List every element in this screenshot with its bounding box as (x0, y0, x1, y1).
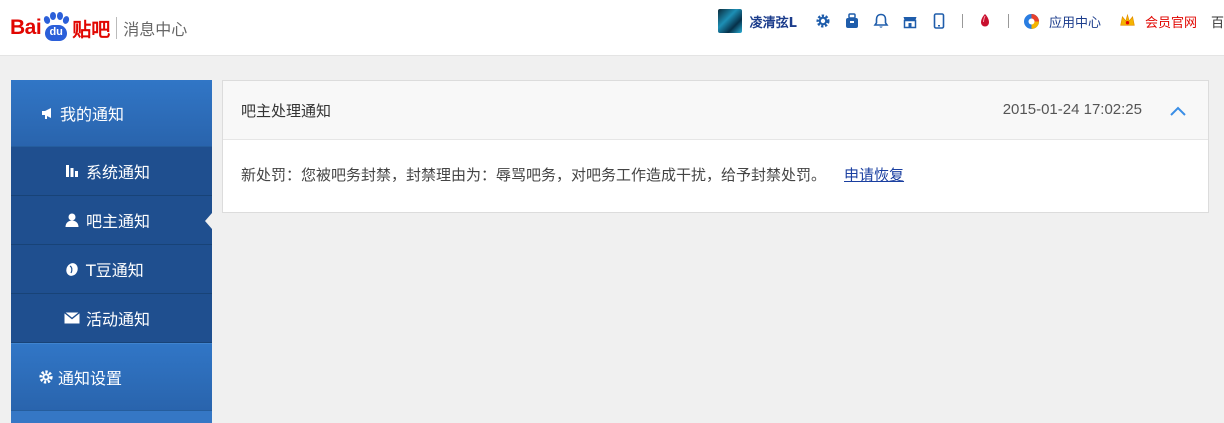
sidebar-item-system[interactable]: 系统通知 (11, 147, 212, 196)
app-center-icon[interactable] (1023, 13, 1040, 30)
gear-icon[interactable] (815, 13, 832, 30)
bean-icon (63, 261, 80, 278)
shop-icon[interactable] (902, 13, 919, 30)
sidebar-item-label: 活动通知 (86, 310, 151, 329)
userbar-divider (961, 14, 963, 28)
megaphone-icon (41, 106, 55, 120)
sidebar-item-label: T豆通知 (86, 261, 144, 280)
sidebar-item-activity[interactable]: 活动通知 (11, 294, 212, 343)
gear-icon (38, 369, 54, 385)
notice-content: 新处罚：您被吧务封禁，封禁理由为：辱骂吧务，对吧务工作造成干扰，给予封禁处罚。 (241, 166, 827, 184)
sidebar-item-label: 吧主通知 (86, 212, 151, 231)
gem-icon[interactable] (977, 13, 994, 30)
chevron-up-icon[interactable] (1168, 101, 1188, 121)
paw-icon: du (42, 12, 71, 44)
userbar-divider (1007, 14, 1009, 28)
appeal-restore-link[interactable]: 申请恢复 (844, 164, 904, 185)
avatar[interactable] (717, 9, 742, 33)
gift-bag-icon[interactable] (844, 13, 861, 30)
logo-divider (116, 17, 118, 39)
sidebar-item-label: 通知设置 (58, 369, 123, 388)
sidebar-item-label: 系统通知 (86, 163, 151, 182)
top-bar: Bai du 贴吧 消息中心 凌清弦L 应用中心 会员官网 百 (0, 0, 1224, 56)
app-center-link[interactable]: 应用中心 (1049, 12, 1101, 31)
vip-link[interactable]: 会员官网 (1145, 12, 1197, 31)
notice-body: 新处罚：您被吧务封禁，封禁理由为：辱骂吧务，对吧务工作造成干扰，给予封禁处罚。 … (223, 140, 1208, 185)
user-icon (63, 212, 80, 229)
bell-icon[interactable] (873, 13, 890, 30)
logo-tieba-text: 贴吧 (72, 18, 111, 41)
sidebar-item-settings[interactable]: 通知设置 (11, 343, 212, 411)
notice-card-header: 吧主处理通知 2015-01-24 17:02:25 (223, 81, 1208, 140)
user-bar: 凌清弦L 应用中心 会员官网 百 (717, 8, 1224, 34)
sidebar-item-bazhu[interactable]: 吧主通知 (11, 196, 212, 245)
sidebar-item-tdou[interactable]: T豆通知 (11, 245, 212, 294)
mobile-icon[interactable] (931, 13, 948, 30)
sidebar-item-label: 我的通知 (60, 105, 125, 124)
sidebar-item-my-notice[interactable]: 我的通知 (11, 80, 212, 147)
notice-title: 吧主处理通知 (241, 101, 332, 120)
vip-icon[interactable] (1119, 13, 1136, 30)
sidebar-footer (11, 411, 212, 423)
username-link[interactable]: 凌清弦L (750, 12, 797, 31)
logo-bai-text: Bai (10, 16, 42, 39)
system-icon (63, 163, 80, 180)
notice-card: 吧主处理通知 2015-01-24 17:02:25 新处罚：您被吧务封禁，封禁… (222, 80, 1209, 213)
baidu-tieba-logo[interactable]: Bai du 贴吧 消息中心 (10, 10, 187, 46)
notice-timestamp: 2015-01-24 17:02:25 (1002, 101, 1142, 118)
mail-icon (63, 310, 80, 327)
page-title: 消息中心 (123, 20, 188, 39)
sidebar: 我的通知 系统通知 吧主通知 T豆通知 活动通知 通知设置 (11, 80, 212, 423)
more-link[interactable]: 百 (1211, 12, 1224, 31)
logo-du-text: du (45, 25, 68, 41)
